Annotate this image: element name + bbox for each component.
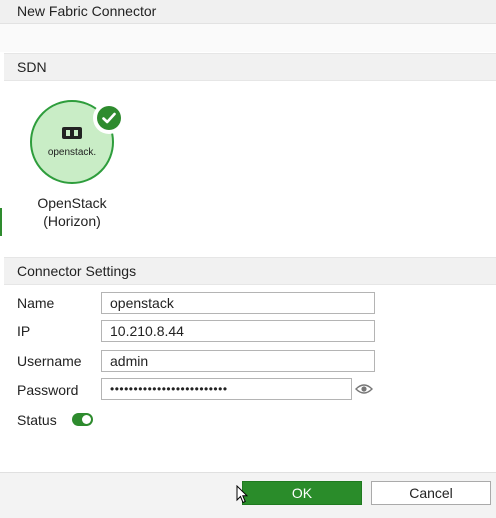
username-input[interactable]: admin [101,350,375,372]
password-input[interactable]: ••••••••••••••••••••••••• [101,378,352,400]
connector-settings-title: Connector Settings [17,263,137,279]
openstack-logo-icon [62,127,82,139]
status-label: Status [17,412,57,428]
status-toggle[interactable] [72,413,93,426]
toggle-knob [82,415,91,424]
selected-check-badge [93,102,125,134]
ok-button[interactable]: OK [242,481,362,505]
selection-marker [0,208,2,236]
dialog-title-bar: New Fabric Connector [0,0,496,24]
dialog-title: New Fabric Connector [17,3,157,19]
checkmark-icon [102,112,116,124]
connector-tile-label: OpenStack (Horizon) [24,194,120,230]
username-label: Username [17,353,82,369]
password-label: Password [17,382,79,398]
connector-name-line2: (Horizon) [43,213,101,229]
ip-label: IP [17,323,31,339]
name-input[interactable]: openstack [101,292,375,314]
cancel-button[interactable]: Cancel [371,481,491,505]
dialog-spacer [0,24,496,52]
mouse-cursor-icon [236,485,248,504]
name-label: Name [17,295,55,311]
sdn-section-header: SDN [4,53,496,81]
sdn-section-title: SDN [17,59,47,75]
show-password-eye-icon[interactable] [355,382,373,396]
connector-name-line1: OpenStack [37,195,107,211]
ip-input[interactable]: 10.210.8.44 [101,320,375,342]
openstack-logo-text: openstack. [47,147,97,158]
connector-settings-header: Connector Settings [4,257,496,285]
